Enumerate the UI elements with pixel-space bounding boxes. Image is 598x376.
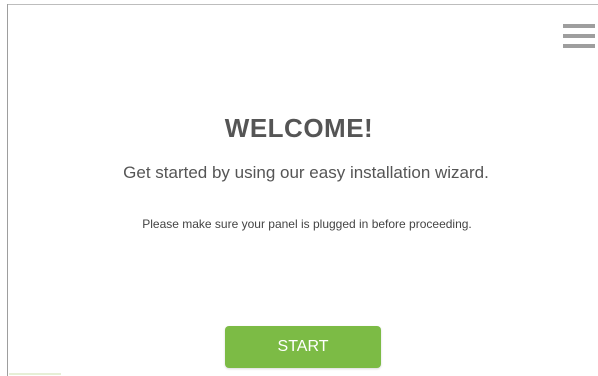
hamburger-menu-icon[interactable] [563, 24, 595, 48]
wizard-window: WELCOME! Get started by using our easy i… [0, 0, 598, 376]
menu-bar-bottom [563, 44, 595, 48]
welcome-title: WELCOME! [224, 113, 374, 143]
frame-bottom-accent [9, 373, 61, 375]
plug-in-notice: Please make sure your panel is plugged i… [142, 217, 472, 231]
welcome-subtitle: Get started by using our easy installati… [123, 163, 489, 182]
menu-bar-middle [563, 34, 595, 38]
menu-bar-top [563, 24, 595, 28]
start-button[interactable]: START [225, 326, 381, 368]
frame-border-left [7, 4, 8, 376]
frame-border-top [7, 4, 598, 5]
